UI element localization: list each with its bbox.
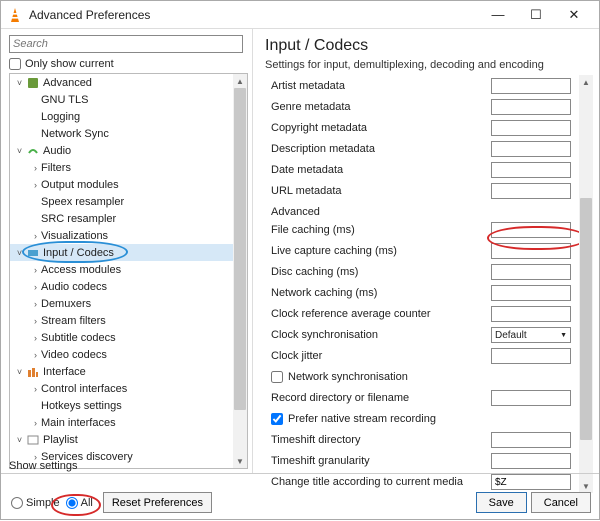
tree-item-output-modules[interactable]: ›Output modules bbox=[10, 176, 233, 193]
tree-item-interface[interactable]: ˅Interface bbox=[10, 363, 233, 380]
form-scrollbar[interactable]: ▲ ▼ bbox=[579, 75, 593, 493]
input-record-dir[interactable] bbox=[491, 390, 571, 406]
footer: Show settings Simple All Reset Preferenc… bbox=[1, 473, 599, 521]
label-live-caching: Live capture caching (ms) bbox=[265, 245, 491, 257]
tree-item-subtitle-codecs[interactable]: ›Subtitle codecs bbox=[10, 329, 233, 346]
tree-item-access-modules[interactable]: ›Access modules bbox=[10, 261, 233, 278]
label-timeshift-gran: Timeshift granularity bbox=[265, 455, 491, 467]
tree-item-stream-filters[interactable]: ›Stream filters bbox=[10, 312, 233, 329]
tree-item-video-codecs[interactable]: ›Video codecs bbox=[10, 346, 233, 363]
input-clock-ref[interactable]: ▲▼ bbox=[491, 306, 571, 322]
show-settings-radios: Simple All bbox=[11, 497, 93, 509]
reset-preferences-button[interactable]: Reset Preferences bbox=[103, 492, 212, 513]
preferences-tree[interactable]: ˅Advanced GNU TLS Logging Network Sync ˅… bbox=[9, 73, 248, 469]
input-description-metadata[interactable] bbox=[491, 141, 571, 157]
tree-item-main-interfaces[interactable]: ›Main interfaces bbox=[10, 414, 233, 431]
input-live-caching[interactable]: ▲▼ bbox=[491, 243, 571, 259]
input-date-metadata[interactable] bbox=[491, 162, 571, 178]
tree-item-playlist[interactable]: ˅Playlist bbox=[10, 431, 233, 448]
checkbox-network-sync[interactable] bbox=[271, 371, 283, 383]
label-disc-caching: Disc caching (ms) bbox=[265, 266, 491, 278]
tree-item-network-sync[interactable]: Network Sync bbox=[10, 125, 233, 142]
tree-scrollbar[interactable]: ▲ ▼ bbox=[233, 74, 247, 468]
only-show-current-label: Only show current bbox=[25, 58, 114, 70]
input-genre-metadata[interactable] bbox=[491, 99, 571, 115]
tree-item-gnu-tls[interactable]: GNU TLS bbox=[10, 91, 233, 108]
settings-form: Artist metadata Genre metadata Copyright… bbox=[265, 75, 593, 493]
tree-item-src-resampler[interactable]: SRC resampler bbox=[10, 210, 233, 227]
tree-item-audio[interactable]: ˅Audio bbox=[10, 142, 233, 159]
label-record-dir: Record directory or filename bbox=[265, 392, 491, 404]
cancel-button[interactable]: Cancel bbox=[531, 492, 591, 513]
tree-item-control-interfaces[interactable]: ›Control interfaces bbox=[10, 380, 233, 397]
label-clock-ref: Clock reference average counter bbox=[265, 308, 491, 320]
scroll-up-icon[interactable]: ▲ bbox=[579, 75, 593, 89]
chevron-down-icon: ▼ bbox=[560, 332, 567, 339]
tree-item-advanced[interactable]: ˅Advanced bbox=[10, 74, 233, 91]
input-url-metadata[interactable] bbox=[491, 183, 571, 199]
input-file-caching[interactable]: ▲▼ bbox=[491, 222, 571, 238]
input-artist-metadata[interactable] bbox=[491, 78, 571, 94]
label-network-sync: Network synchronisation bbox=[288, 371, 571, 383]
input-timeshift-dir[interactable] bbox=[491, 432, 571, 448]
window-title: Advanced Preferences bbox=[29, 8, 479, 22]
label-date-metadata: Date metadata bbox=[265, 164, 491, 176]
scroll-down-icon[interactable]: ▼ bbox=[233, 454, 247, 468]
label-genre-metadata: Genre metadata bbox=[265, 101, 491, 113]
input-disc-caching[interactable]: ▲▼ bbox=[491, 264, 571, 280]
input-codecs-icon bbox=[26, 246, 40, 260]
tree-item-audio-codecs[interactable]: ›Audio codecs bbox=[10, 278, 233, 295]
label-copyright-metadata: Copyright metadata bbox=[265, 122, 491, 134]
label-artist-metadata: Artist metadata bbox=[265, 80, 491, 92]
audio-icon bbox=[26, 144, 40, 158]
search-input[interactable] bbox=[9, 35, 243, 53]
playlist-icon bbox=[26, 433, 40, 447]
vlc-cone-icon bbox=[7, 7, 23, 23]
label-description-metadata: Description metadata bbox=[265, 143, 491, 155]
tree-item-speex-resampler[interactable]: Speex resampler bbox=[10, 193, 233, 210]
label-clock-jitter: Clock jitter bbox=[265, 350, 491, 362]
save-button[interactable]: Save bbox=[476, 492, 527, 513]
input-network-caching[interactable]: ▲▼ bbox=[491, 285, 571, 301]
only-show-current[interactable]: Only show current bbox=[9, 58, 248, 70]
tree-item-demuxers[interactable]: ›Demuxers bbox=[10, 295, 233, 312]
radio-simple[interactable]: Simple bbox=[11, 497, 60, 509]
maximize-button[interactable]: ☐ bbox=[517, 1, 555, 29]
right-pane: Input / Codecs Settings for input, demul… bbox=[253, 29, 599, 473]
label-prefer-native: Prefer native stream recording bbox=[288, 413, 571, 425]
tree-item-hotkeys-settings[interactable]: Hotkeys settings bbox=[10, 397, 233, 414]
advanced-icon bbox=[26, 76, 40, 90]
only-show-current-checkbox[interactable] bbox=[9, 58, 21, 70]
page-subtitle: Settings for input, demultiplexing, deco… bbox=[265, 59, 593, 71]
show-settings-label: Show settings bbox=[9, 460, 77, 472]
page-heading: Input / Codecs bbox=[265, 37, 593, 55]
radio-all[interactable]: All bbox=[66, 497, 93, 509]
input-copyright-metadata[interactable] bbox=[491, 120, 571, 136]
input-timeshift-gran[interactable]: ▲▼ bbox=[491, 453, 571, 469]
label-clock-sync: Clock synchronisation bbox=[265, 329, 491, 341]
tree-item-logging[interactable]: Logging bbox=[10, 108, 233, 125]
label-url-metadata: URL metadata bbox=[265, 185, 491, 197]
close-button[interactable]: ✕ bbox=[555, 1, 593, 29]
section-advanced: Advanced bbox=[265, 206, 579, 218]
minimize-button[interactable]: — bbox=[479, 1, 517, 29]
label-network-caching: Network caching (ms) bbox=[265, 287, 491, 299]
select-clock-sync[interactable]: Default▼ bbox=[491, 327, 571, 343]
checkbox-prefer-native[interactable] bbox=[271, 413, 283, 425]
titlebar: Advanced Preferences — ☐ ✕ bbox=[1, 1, 599, 29]
label-file-caching: File caching (ms) bbox=[265, 224, 491, 236]
tree-item-visualizations[interactable]: ›Visualizations bbox=[10, 227, 233, 244]
scroll-up-icon[interactable]: ▲ bbox=[233, 74, 247, 88]
left-pane: Only show current ˅Advanced GNU TLS Logg… bbox=[1, 29, 253, 473]
tree-item-filters[interactable]: ›Filters bbox=[10, 159, 233, 176]
interface-icon bbox=[26, 365, 40, 379]
tree-item-input-codecs[interactable]: ˅Input / Codecs bbox=[10, 244, 233, 261]
input-clock-jitter[interactable]: ▲▼ bbox=[491, 348, 571, 364]
label-timeshift-dir: Timeshift directory bbox=[265, 434, 491, 446]
